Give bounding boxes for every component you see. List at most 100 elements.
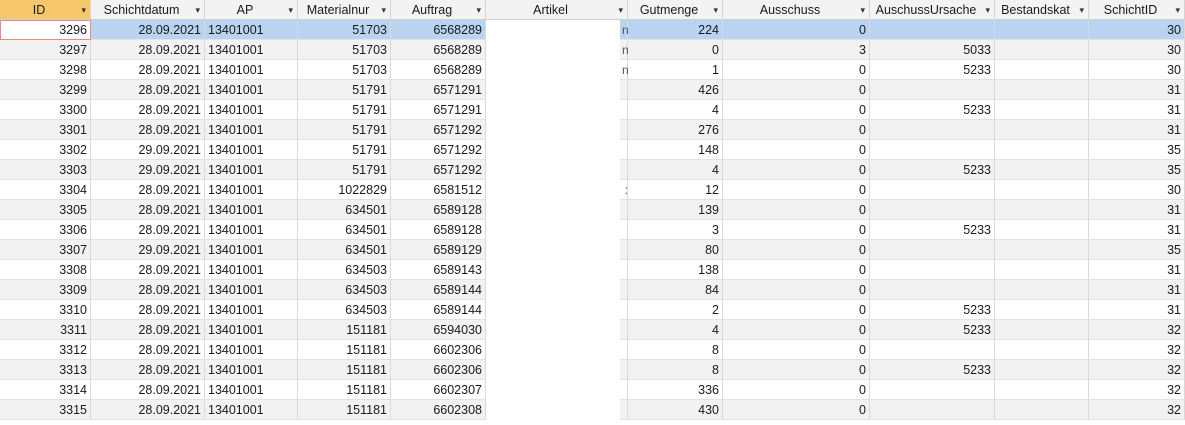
schichtdatum-cell[interactable]: 28.09.2021 [91,300,205,320]
bestandskat-cell[interactable] [995,60,1089,80]
auschussursache-cell[interactable]: 5233 [870,100,995,120]
gutmenge-cell[interactable]: 8 [628,340,723,360]
ausschuss-cell[interactable]: 0 [723,400,870,420]
auftrag-cell[interactable]: 6602306 [391,360,486,380]
auschussursache-cell[interactable] [870,260,995,280]
ap-cell[interactable]: 13401001 [205,140,298,160]
ap-cell[interactable]: 13401001 [205,120,298,140]
bestandskat-cell[interactable] [995,300,1089,320]
schichtdatum-cell[interactable]: 28.09.2021 [91,80,205,100]
materialnr-cell[interactable]: 51703 [298,40,391,60]
ausschuss-cell[interactable]: 0 [723,320,870,340]
filter-dropdown-icon[interactable]: ▾ [713,0,718,19]
schichtdatum-cell[interactable]: 28.09.2021 [91,180,205,200]
ausschuss-cell[interactable]: 0 [723,240,870,260]
id-cell[interactable]: 3314 [0,380,91,400]
filter-dropdown-icon[interactable]: ▾ [381,0,386,19]
materialnr-cell[interactable]: 151181 [298,340,391,360]
auschussursache-cell[interactable]: 5233 [870,220,995,240]
materialnr-cell[interactable]: 51791 [298,80,391,100]
auftrag-cell[interactable]: 6571291 [391,80,486,100]
schichtdatum-cell[interactable]: 28.09.2021 [91,120,205,140]
gutmenge-cell[interactable]: 4 [628,160,723,180]
ausschuss-cell[interactable]: 0 [723,120,870,140]
ap-cell[interactable]: 13401001 [205,400,298,420]
materialnr-cell[interactable]: 634501 [298,240,391,260]
ap-cell[interactable]: 13401001 [205,160,298,180]
auschussursache-cell[interactable]: 5233 [870,320,995,340]
gutmenge-cell[interactable]: 2 [628,300,723,320]
column-header-auftrag[interactable]: Auftrag ▾ [391,0,486,20]
column-header-materialnr[interactable]: Materialnur ▾ [298,0,391,20]
column-header-ap[interactable]: AP ▾ [205,0,298,20]
gutmenge-cell[interactable]: 276 [628,120,723,140]
id-cell[interactable]: 3307 [0,240,91,260]
gutmenge-cell[interactable]: 336 [628,380,723,400]
materialnr-cell[interactable]: 151181 [298,400,391,420]
ap-cell[interactable]: 13401001 [205,220,298,240]
filter-dropdown-icon[interactable]: ▾ [618,0,623,19]
gutmenge-cell[interactable]: 1 [628,60,723,80]
schichtdatum-cell[interactable]: 28.09.2021 [91,200,205,220]
auftrag-cell[interactable]: 6571292 [391,140,486,160]
auschussursache-cell[interactable]: 5233 [870,360,995,380]
gutmenge-cell[interactable]: 12 [628,180,723,200]
filter-dropdown-icon[interactable]: ▾ [195,0,200,19]
gutmenge-cell[interactable]: 4 [628,100,723,120]
ausschuss-cell[interactable]: 0 [723,340,870,360]
id-cell[interactable]: 3315 [0,400,91,420]
auftrag-cell[interactable]: 6568289 [391,60,486,80]
column-header-ausschuss[interactable]: Ausschuss ▾ [723,0,870,20]
ausschuss-cell[interactable]: 0 [723,160,870,180]
schichtid-cell[interactable]: 30 [1089,60,1185,80]
auftrag-cell[interactable]: 6568289 [391,20,486,40]
id-cell[interactable]: 3303 [0,160,91,180]
materialnr-cell[interactable]: 151181 [298,320,391,340]
bestandskat-cell[interactable] [995,360,1089,380]
schichtid-cell[interactable]: 31 [1089,260,1185,280]
id-cell[interactable]: 3297 [0,40,91,60]
ausschuss-cell[interactable]: 0 [723,200,870,220]
filter-dropdown-icon[interactable]: ▾ [985,0,990,19]
id-cell[interactable]: 3296 [0,20,91,40]
gutmenge-cell[interactable]: 8 [628,360,723,380]
column-header-bestandskat[interactable]: Bestandskat ▾ [995,0,1089,20]
schichtid-cell[interactable]: 31 [1089,120,1185,140]
ap-cell[interactable]: 13401001 [205,40,298,60]
gutmenge-cell[interactable]: 4 [628,320,723,340]
id-cell[interactable]: 3300 [0,100,91,120]
filter-dropdown-icon[interactable]: ▾ [81,0,86,19]
ap-cell[interactable]: 13401001 [205,380,298,400]
ap-cell[interactable]: 13401001 [205,360,298,380]
ausschuss-cell[interactable]: 0 [723,380,870,400]
auftrag-cell[interactable]: 6589144 [391,280,486,300]
id-cell[interactable]: 3309 [0,280,91,300]
schichtdatum-cell[interactable]: 28.09.2021 [91,360,205,380]
bestandskat-cell[interactable] [995,40,1089,60]
schichtdatum-cell[interactable]: 28.09.2021 [91,100,205,120]
schichtdatum-cell[interactable]: 29.09.2021 [91,240,205,260]
column-header-id[interactable]: ID ▾ [0,0,91,20]
ap-cell[interactable]: 13401001 [205,200,298,220]
bestandskat-cell[interactable] [995,220,1089,240]
id-cell[interactable]: 3299 [0,80,91,100]
ausschuss-cell[interactable]: 0 [723,280,870,300]
materialnr-cell[interactable]: 634501 [298,220,391,240]
bestandskat-cell[interactable] [995,80,1089,100]
bestandskat-cell[interactable] [995,160,1089,180]
bestandskat-cell[interactable] [995,200,1089,220]
bestandskat-cell[interactable] [995,260,1089,280]
auftrag-cell[interactable]: 6589128 [391,220,486,240]
column-header-schichtid[interactable]: SchichtID ▾ [1089,0,1185,20]
id-cell[interactable]: 3301 [0,120,91,140]
bestandskat-cell[interactable] [995,140,1089,160]
ap-cell[interactable]: 13401001 [205,180,298,200]
materialnr-cell[interactable]: 51703 [298,20,391,40]
bestandskat-cell[interactable] [995,180,1089,200]
column-header-artikel[interactable]: Artikel ▾ [486,0,628,20]
materialnr-cell[interactable]: 51791 [298,160,391,180]
schichtdatum-cell[interactable]: 28.09.2021 [91,60,205,80]
column-header-auschussursache[interactable]: AuschussUrsache ▾ [870,0,995,20]
auschussursache-cell[interactable] [870,340,995,360]
id-cell[interactable]: 3312 [0,340,91,360]
